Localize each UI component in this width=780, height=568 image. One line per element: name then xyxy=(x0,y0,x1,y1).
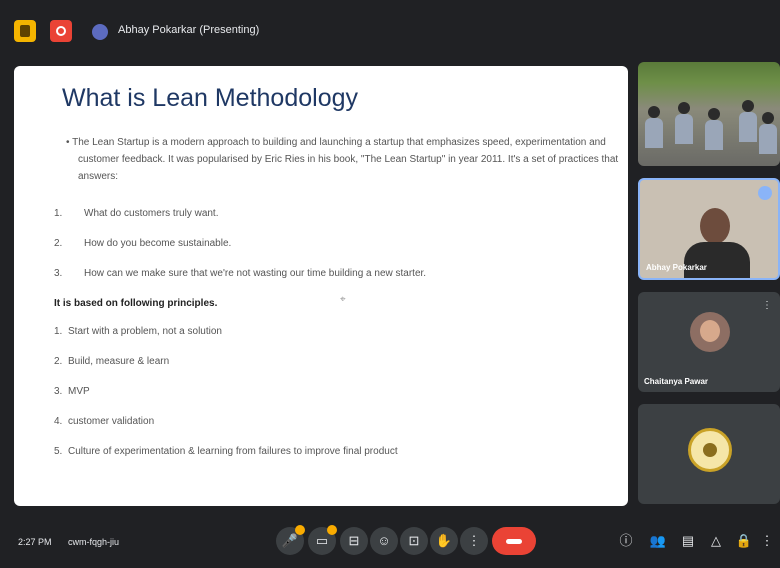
slide-title: What is Lean Methodology xyxy=(62,84,359,112)
principle-item: 2. Build, measure & learn xyxy=(54,356,169,367)
avatar xyxy=(690,312,730,352)
person-body xyxy=(705,120,723,150)
principle-text: customer validation xyxy=(68,416,155,427)
emoji-icon[interactable]: ☺ xyxy=(370,527,398,555)
slide-intro-bullet: • The Lean Startup is a modern approach … xyxy=(66,137,619,182)
info-icon[interactable]: ⓘ xyxy=(616,531,636,551)
principle-item: 5. Culture of experimentation & learning … xyxy=(54,446,398,457)
presenter-avatar xyxy=(92,24,108,40)
person-body xyxy=(675,114,693,144)
question-item: 1. What do customers truly want. xyxy=(54,208,219,219)
participant-tile-chaitanya[interactable]: ⋮ Chaitanya Pawar xyxy=(638,292,780,392)
classroom-video xyxy=(638,98,780,166)
clock: 2:27 PM xyxy=(18,537,52,547)
principle-text: Start with a problem, not a solution xyxy=(68,326,222,337)
person-head xyxy=(742,100,754,112)
bottom-bar: 2:27 PM cwm-fqgh-jiu 🎤 ▭ ⊟ ☺ ⊡ ✋ ⋮ ⓘ 👥 ▤… xyxy=(0,516,780,568)
principle-number: 4. xyxy=(54,416,63,427)
more-vert-icon[interactable]: ⋮ xyxy=(762,300,772,311)
chat-icon[interactable]: ▤ xyxy=(678,531,698,551)
participant-tile-logo[interactable] xyxy=(638,404,780,504)
question-item: 2. How do you become sustainable. xyxy=(54,238,231,249)
activities-icon[interactable]: △ xyxy=(706,531,726,551)
pin-icon[interactable] xyxy=(758,186,772,200)
principle-number: 1. xyxy=(54,326,63,337)
recording-icon[interactable] xyxy=(50,20,72,42)
meeting-code: cwm-fqgh-jiu xyxy=(68,537,120,547)
question-item: 3. How can we make sure that we're not wa… xyxy=(54,268,426,279)
question-number: 1. xyxy=(54,208,63,219)
person-body xyxy=(739,112,757,142)
principle-number: 3. xyxy=(54,386,63,397)
principle-text: Build, measure & learn xyxy=(68,356,170,367)
people-icon[interactable]: 👥 xyxy=(648,531,668,551)
top-bar: Abhay Pokarkar (Presenting) xyxy=(0,0,780,60)
person-head xyxy=(762,112,774,124)
present-icon[interactable]: ⊡ xyxy=(400,527,428,555)
person-body xyxy=(645,118,663,148)
presenting-label: Abhay Pokarkar (Presenting) xyxy=(118,24,260,36)
presenter-video-head xyxy=(700,208,730,244)
principles-heading: It is based on following principles. xyxy=(54,298,218,309)
principle-number: 2. xyxy=(54,356,63,367)
question-number: 2. xyxy=(54,238,63,249)
principle-text: Culture of experimentation & learning fr… xyxy=(68,446,398,457)
mic-icon[interactable]: 🎤 xyxy=(276,525,305,555)
participant-name: Abhay Pokarkar xyxy=(646,263,707,272)
shared-slide: What is Lean Methodology • The Lean Star… xyxy=(14,66,628,506)
participant-tile-presenter[interactable]: Abhay Pokarkar xyxy=(638,178,780,280)
captions-icon[interactable]: ⊟ xyxy=(340,527,368,555)
question-number: 3. xyxy=(54,268,63,279)
more-options-icon[interactable]: ⋮ xyxy=(460,527,488,555)
principle-item: 3. MVP xyxy=(54,386,90,397)
participant-name: Chaitanya Pawar xyxy=(644,377,709,386)
overflow-icon[interactable]: ⋮ xyxy=(760,531,774,551)
person-head xyxy=(708,108,720,120)
principle-number: 5. xyxy=(54,446,63,457)
app-icon[interactable] xyxy=(14,20,36,42)
institution-logo xyxy=(688,428,732,472)
person-body xyxy=(759,124,777,154)
person-head xyxy=(648,106,660,118)
raise-hand-icon[interactable]: ✋ xyxy=(430,527,458,555)
mouse-cursor-icon: ⌖ xyxy=(340,294,346,305)
presenter-video-body xyxy=(684,242,750,278)
question-text: How can we make sure that we're not wast… xyxy=(84,268,427,279)
slide-intro-text: The Lean Startup is a modern approach to… xyxy=(72,137,619,182)
principle-text: MVP xyxy=(68,386,90,397)
person-head xyxy=(678,102,690,114)
question-text: How do you become sustainable. xyxy=(84,238,232,249)
host-controls-icon[interactable]: 🔒 xyxy=(734,531,754,551)
principle-item: 1. Start with a problem, not a solution xyxy=(54,326,222,337)
end-call-icon[interactable] xyxy=(492,527,536,555)
question-text: What do customers truly want. xyxy=(84,208,219,219)
camera-icon[interactable]: ▭ xyxy=(308,525,337,555)
principle-item: 4. customer validation xyxy=(54,416,154,427)
participant-tile-classroom[interactable] xyxy=(638,62,780,166)
